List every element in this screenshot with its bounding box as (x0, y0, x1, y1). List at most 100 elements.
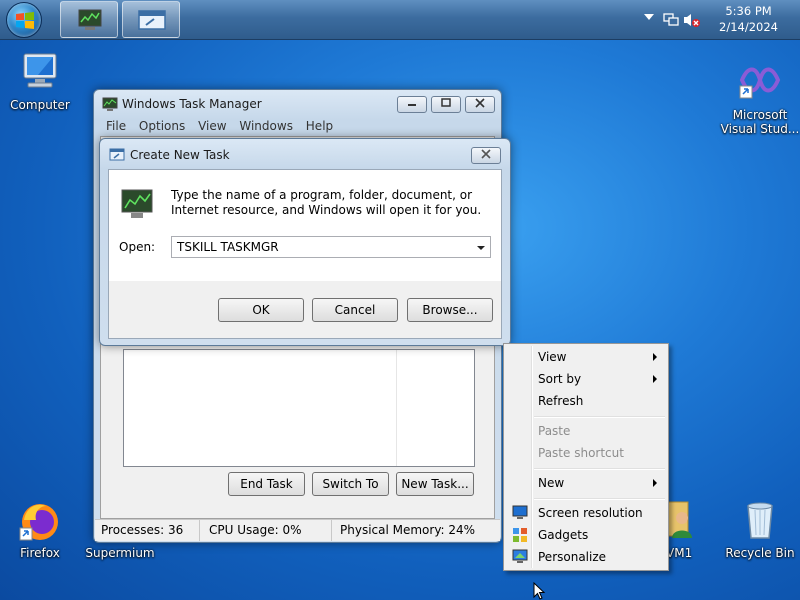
volume-muted-icon[interactable] (683, 12, 701, 28)
menu-item-label: Paste (538, 424, 571, 438)
dialog-description: Type the name of a program, folder, docu… (171, 188, 482, 217)
menu-file[interactable]: File (106, 119, 126, 133)
recycle-bin-icon (747, 502, 773, 539)
close-icon (475, 98, 485, 108)
menu-item-label: Paste shortcut (538, 446, 624, 460)
run-dialog-icon (109, 148, 125, 161)
menu-separator (534, 498, 665, 500)
window-title: Windows Task Manager (122, 97, 262, 111)
cancel-button[interactable]: Cancel (312, 298, 398, 322)
menu-windows[interactable]: Windows (239, 119, 293, 133)
desktop-icon-label: Firefox (20, 546, 60, 560)
close-button[interactable] (465, 96, 495, 113)
run-dialog-icon (138, 10, 166, 30)
menu-item-new[interactable]: New (506, 472, 666, 494)
personalize-icon (512, 549, 528, 563)
browse-button[interactable]: Browse... (407, 298, 493, 322)
menu-item-paste-shortcut: Paste shortcut (506, 442, 666, 464)
maximize-icon (441, 98, 451, 107)
open-input[interactable]: TSKILL TASKMGR (177, 240, 279, 254)
menu-separator (534, 416, 665, 418)
submenu-arrow-icon (653, 353, 657, 361)
desktop-icon-visual-studio[interactable]: Microsoft Visual Stud... (720, 60, 800, 136)
mouse-cursor-icon (533, 582, 546, 600)
network-icon[interactable] (663, 12, 679, 28)
task-manager-icon (121, 189, 153, 218)
open-label: Open: (119, 240, 156, 254)
menu-item-label: Personalize (538, 550, 607, 564)
menu-options[interactable]: Options (139, 119, 185, 133)
status-cpu: CPU Usage: 0% (209, 523, 302, 537)
new-task-button[interactable]: New Task... (396, 472, 474, 496)
minimize-icon (408, 104, 416, 106)
desktop-icon-vm1[interactable]: VM1 (666, 498, 706, 560)
desktop-icon-label: Microsoft Visual Stud... (720, 108, 800, 136)
firefox-icon (19, 504, 58, 541)
desktop-icon-label: Supermium (85, 546, 155, 560)
status-divider (331, 520, 332, 541)
desktop-icon-label: VM1 (666, 546, 693, 560)
menu-item-label: New (538, 476, 565, 490)
desktop-icon-recycle-bin[interactable]: Recycle Bin (720, 498, 800, 560)
menu-item-refresh[interactable]: Refresh (506, 390, 666, 412)
menu-item-paste: Paste (506, 420, 666, 442)
end-task-button[interactable]: End Task (228, 472, 305, 496)
menu-view[interactable]: View (198, 119, 226, 133)
clock[interactable]: 5:36 PM 2/14/2024 (719, 3, 778, 35)
menu-item-sort-by[interactable]: Sort by (506, 368, 666, 390)
status-bar: Processes: 36 CPU Usage: 0% Physical Mem… (95, 519, 500, 541)
dialog-body: Type the name of a program, folder, docu… (108, 169, 502, 339)
maximize-button[interactable] (431, 96, 461, 113)
visual-studio-icon (739, 67, 781, 99)
dialog-title: Create New Task (130, 148, 230, 162)
desktop-icon-label: Computer (10, 98, 70, 112)
menu-separator (534, 468, 665, 470)
taskbar: 5:36 PM 2/14/2024 (0, 0, 800, 40)
gadgets-icon (513, 528, 527, 542)
start-button[interactable] (6, 2, 42, 38)
menu-item-label: Screen resolution (538, 506, 643, 520)
chevron-down-icon[interactable] (476, 243, 486, 253)
menu-item-label: Refresh (538, 394, 584, 408)
taskbar-button-task-manager[interactable] (60, 1, 118, 38)
switch-to-button[interactable]: Switch To (312, 472, 389, 496)
menu-item-personalize[interactable]: Personalize (506, 546, 666, 568)
close-icon (481, 149, 491, 159)
menu-item-view[interactable]: View (506, 346, 666, 368)
taskbar-button-run[interactable] (122, 1, 180, 38)
menu-item-gadgets[interactable]: Gadgets (506, 524, 666, 546)
windows-logo-icon (16, 12, 34, 29)
list-column-divider (396, 350, 397, 466)
menu-item-label: View (538, 350, 567, 364)
submenu-arrow-icon (653, 375, 657, 383)
desktop-context-menu: View Sort by Refresh Paste Paste shortcu… (503, 343, 669, 571)
task-manager-icon (102, 97, 118, 111)
desktop-icon-computer[interactable]: Computer (0, 50, 80, 112)
desktop-icon-label: Recycle Bin (725, 546, 795, 560)
computer-icon (23, 53, 57, 88)
dialog-close-button[interactable] (471, 147, 501, 164)
show-hidden-icons-arrow[interactable] (644, 14, 654, 20)
system-tray: 5:36 PM 2/14/2024 (630, 0, 800, 40)
desktop-icon-firefox[interactable]: Firefox (0, 498, 80, 560)
status-memory: Physical Memory: 24% (340, 523, 476, 537)
menu-item-screen-resolution[interactable]: Screen resolution (506, 502, 666, 524)
screen-resolution-icon (512, 505, 528, 519)
status-processes: Processes: 36 (101, 523, 184, 537)
status-divider (199, 520, 200, 541)
menu-item-label: Sort by (538, 372, 582, 386)
minimize-button[interactable] (397, 96, 427, 113)
clock-date: 2/14/2024 (719, 20, 778, 34)
ok-button[interactable]: OK (218, 298, 304, 322)
task-manager-icon (78, 9, 102, 30)
clock-time: 5:36 PM (725, 4, 772, 18)
menu-help[interactable]: Help (306, 119, 333, 133)
menu-item-label: Gadgets (538, 528, 589, 542)
menu-bar: File Options View Windows Help (106, 119, 342, 133)
create-new-task-dialog[interactable]: Create New Task Type the name of a progr… (99, 138, 511, 346)
applications-list[interactable] (123, 349, 475, 467)
dialog-button-area: OK Cancel Browse... (109, 281, 501, 338)
user-folder-icon (666, 501, 692, 538)
submenu-arrow-icon (653, 479, 657, 487)
open-combobox[interactable]: TSKILL TASKMGR (171, 236, 491, 258)
